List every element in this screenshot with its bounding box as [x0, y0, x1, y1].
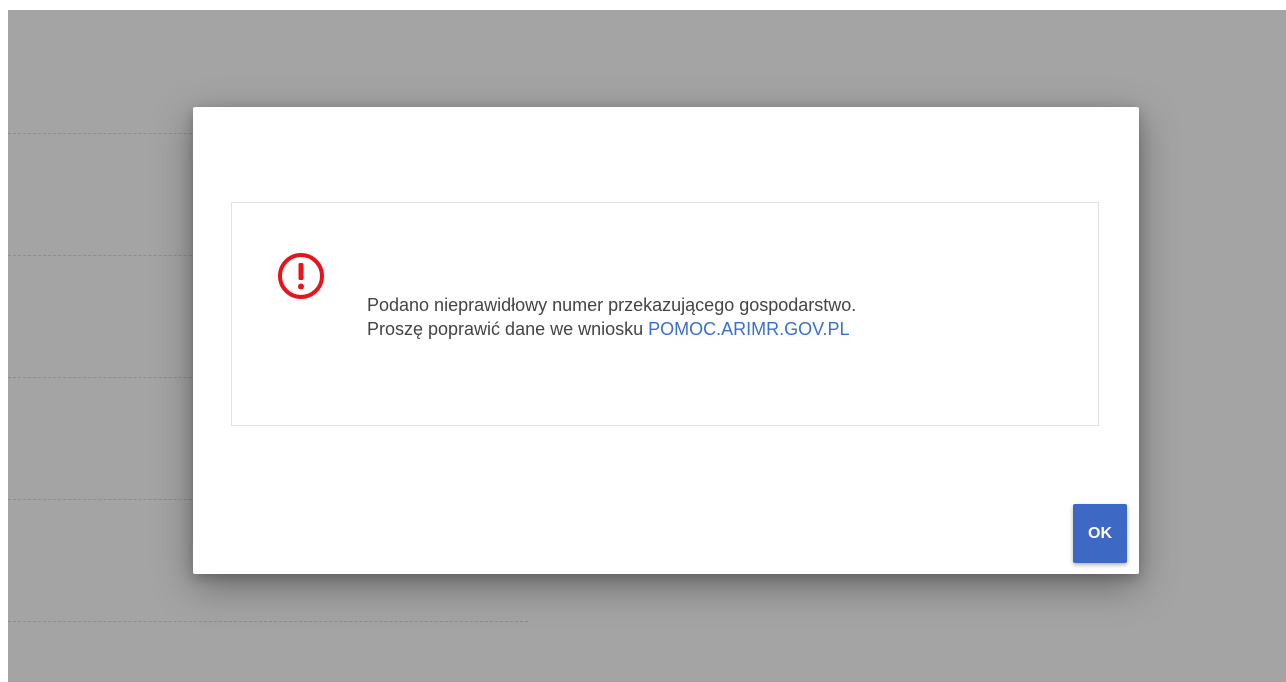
error-message: Podano nieprawidłowy numer przekazująceg… — [367, 293, 856, 341]
error-dialog: Podano nieprawidłowy numer przekazująceg… — [193, 107, 1139, 574]
background-divider — [8, 621, 528, 622]
ok-button[interactable]: OK — [1073, 504, 1127, 563]
error-message-line2: Proszę poprawić dane we wniosku POMOC.AR… — [367, 317, 856, 341]
exclamation-circle-icon — [278, 253, 324, 299]
help-link[interactable]: POMOC.ARIMR.GOV.PL — [648, 319, 849, 339]
error-message-line1: Podano nieprawidłowy numer przekazująceg… — [367, 295, 857, 315]
message-panel: Podano nieprawidłowy numer przekazująceg… — [231, 202, 1099, 426]
error-message-prefix: Proszę poprawić dane we wniosku — [367, 319, 649, 339]
